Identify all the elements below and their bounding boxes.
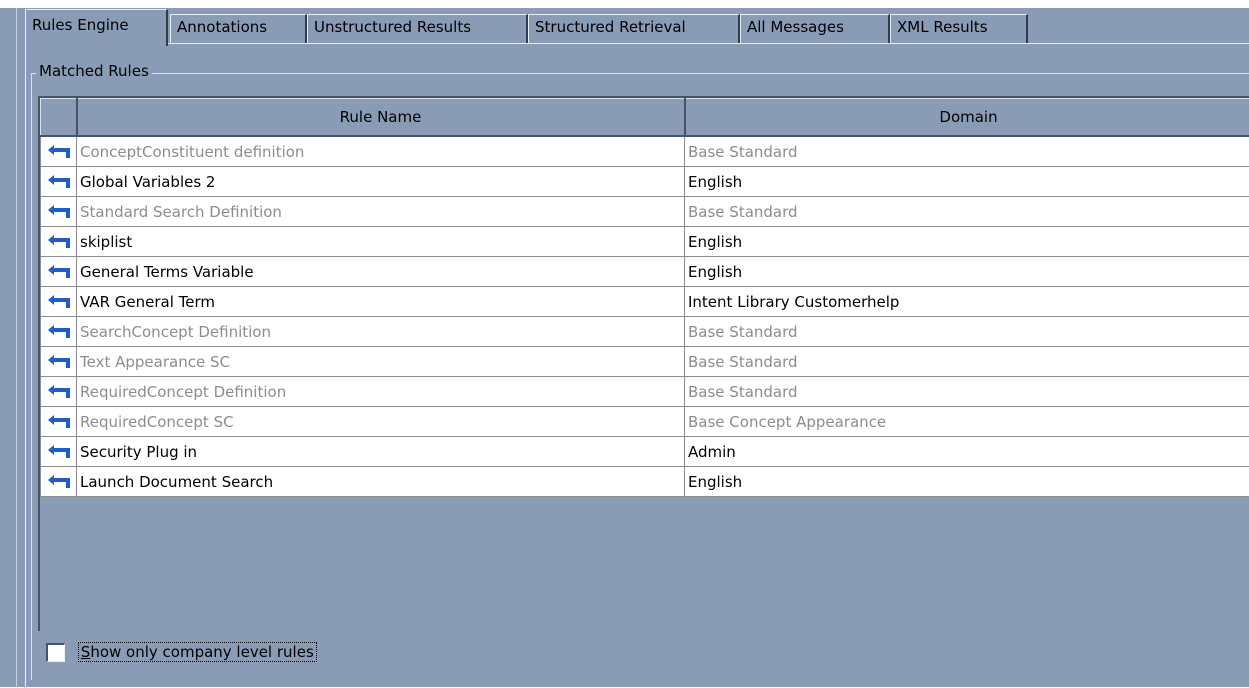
domain-cell[interactable]: English bbox=[685, 467, 1249, 497]
table-row[interactable]: SearchConcept DefinitionBase Standard bbox=[41, 317, 1249, 347]
domain-cell[interactable]: Base Standard bbox=[685, 317, 1249, 347]
table-row[interactable]: ConceptConstituent definitionBase Standa… bbox=[41, 136, 1249, 167]
rule-name-cell[interactable]: Launch Document Search bbox=[77, 467, 685, 497]
return-arrow-icon bbox=[41, 197, 77, 227]
header-icon-column[interactable] bbox=[41, 99, 77, 137]
rules-engine-panel: Matched Rules Rule Name Domain ConceptCo… bbox=[25, 43, 1249, 688]
domain-cell[interactable]: Base Concept Appearance bbox=[685, 407, 1249, 437]
rule-name-cell[interactable]: skiplist bbox=[77, 227, 685, 257]
table-row[interactable]: VAR General TermIntent Library Customerh… bbox=[41, 287, 1249, 317]
domain-cell[interactable]: Base Standard bbox=[685, 377, 1249, 407]
rules-table-container: Rule Name Domain ConceptConstituent defi… bbox=[38, 96, 1249, 631]
tab-rules-engine[interactable]: Rules Engine bbox=[25, 9, 168, 46]
domain-cell[interactable]: Admin bbox=[685, 437, 1249, 467]
domain-cell[interactable]: Intent Library Customerhelp bbox=[685, 287, 1249, 317]
return-arrow-icon bbox=[41, 136, 77, 167]
table-row[interactable]: Launch Document SearchEnglish bbox=[41, 467, 1249, 497]
return-arrow-icon bbox=[41, 437, 77, 467]
tab-annotations[interactable]: Annotations bbox=[170, 14, 307, 44]
table-row[interactable]: RequiredConcept DefinitionBase Standard bbox=[41, 377, 1249, 407]
table-row[interactable]: Security Plug inAdmin bbox=[41, 437, 1249, 467]
rule-name-cell[interactable]: SearchConcept Definition bbox=[77, 317, 685, 347]
rule-name-cell[interactable]: VAR General Term bbox=[77, 287, 685, 317]
return-arrow-icon bbox=[41, 227, 77, 257]
rule-name-cell[interactable]: RequiredConcept Definition bbox=[77, 377, 685, 407]
domain-cell[interactable]: Base Standard bbox=[685, 197, 1249, 227]
company-rules-option[interactable]: Show only company level rules bbox=[46, 642, 317, 666]
table-row[interactable]: skiplistEnglish bbox=[41, 227, 1249, 257]
table-header-row: Rule Name Domain bbox=[41, 99, 1249, 137]
return-arrow-icon bbox=[41, 407, 77, 437]
domain-cell[interactable]: English bbox=[685, 257, 1249, 287]
return-arrow-icon bbox=[41, 257, 77, 287]
table-row[interactable]: Standard Search DefinitionBase Standard bbox=[41, 197, 1249, 227]
return-arrow-icon bbox=[41, 467, 77, 497]
tab-unstructured-results[interactable]: Unstructured Results bbox=[307, 14, 528, 44]
rule-name-cell[interactable]: ConceptConstituent definition bbox=[77, 136, 685, 167]
group-title: Matched Rules bbox=[36, 62, 152, 80]
domain-cell[interactable]: Base Standard bbox=[685, 347, 1249, 377]
tab-xml-results[interactable]: XML Results bbox=[890, 14, 1028, 44]
table-row[interactable]: General Terms VariableEnglish bbox=[41, 257, 1249, 287]
rule-name-cell[interactable]: General Terms Variable bbox=[77, 257, 685, 287]
rule-name-cell[interactable]: Standard Search Definition bbox=[77, 197, 685, 227]
header-rule-name[interactable]: Rule Name bbox=[77, 99, 685, 137]
tab-all-messages[interactable]: All Messages bbox=[740, 14, 890, 44]
domain-cell[interactable]: English bbox=[685, 167, 1249, 197]
domain-cell[interactable]: Base Standard bbox=[685, 136, 1249, 167]
return-arrow-icon bbox=[41, 377, 77, 407]
top-strip bbox=[0, 0, 1249, 8]
table-row[interactable]: Text Appearance SCBase Standard bbox=[41, 347, 1249, 377]
rule-name-cell[interactable]: Text Appearance SC bbox=[77, 347, 685, 377]
return-arrow-icon bbox=[41, 287, 77, 317]
return-arrow-icon bbox=[41, 317, 77, 347]
return-arrow-icon bbox=[41, 347, 77, 377]
rules-table: Rule Name Domain ConceptConstituent defi… bbox=[40, 98, 1249, 497]
rule-name-cell[interactable]: RequiredConcept SC bbox=[77, 407, 685, 437]
company-rules-label[interactable]: Show only company level rules bbox=[78, 642, 317, 662]
header-domain[interactable]: Domain bbox=[685, 99, 1249, 137]
tab-structured-retrieval[interactable]: Structured Retrieval bbox=[528, 14, 740, 44]
rule-name-cell[interactable]: Global Variables 2 bbox=[77, 167, 685, 197]
return-arrow-icon bbox=[41, 167, 77, 197]
domain-cell[interactable]: English bbox=[685, 227, 1249, 257]
table-row[interactable]: Global Variables 2English bbox=[41, 167, 1249, 197]
rule-name-cell[interactable]: Security Plug in bbox=[77, 437, 685, 467]
company-rules-checkbox[interactable] bbox=[46, 643, 65, 662]
table-row[interactable]: RequiredConcept SCBase Concept Appearanc… bbox=[41, 407, 1249, 437]
left-edge bbox=[8, 8, 17, 687]
